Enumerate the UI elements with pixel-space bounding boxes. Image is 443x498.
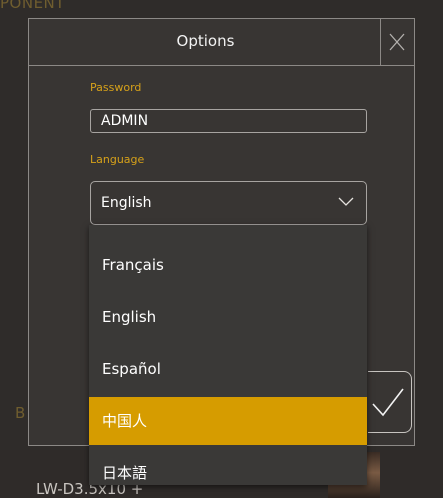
checkmark-icon <box>372 388 404 417</box>
language-option-french[interactable]: Français <box>89 241 367 289</box>
language-option-english[interactable]: English <box>89 293 367 341</box>
language-option-japanese[interactable]: 日本語 <box>89 449 367 497</box>
dialog-title: Options <box>176 32 235 50</box>
confirm-button[interactable] <box>368 371 412 433</box>
language-option-spanish[interactable]: Español <box>89 345 367 393</box>
close-button[interactable] <box>380 19 414 65</box>
chevron-down-icon <box>338 197 354 206</box>
language-option-chinese[interactable]: 中国人 <box>89 397 367 445</box>
background-side-label: B <box>15 404 26 422</box>
language-select[interactable]: English <box>90 181 367 225</box>
dialog-header: Options <box>29 19 414 66</box>
password-field[interactable]: ADMIN <box>90 109 367 133</box>
language-selected-value: English <box>101 195 152 211</box>
close-icon <box>389 33 405 51</box>
language-label: Language <box>90 153 145 166</box>
password-label: Password <box>90 81 142 94</box>
background-component-label: PONENT <box>0 0 65 12</box>
app-stage: PONENT B LW-D3.5x10 + Options Password A… <box>0 0 443 498</box>
language-dropdown: Français English Español 中国人 日本語 <box>89 225 367 485</box>
